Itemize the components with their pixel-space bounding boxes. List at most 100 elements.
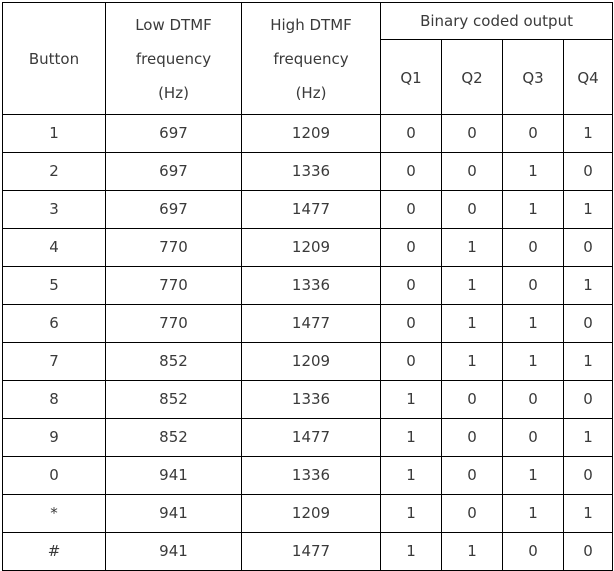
column-header-low-frequency: Low DTMF frequency (Hz) <box>105 2 242 115</box>
column-header-button-label: Button <box>28 49 80 68</box>
cell-q1: 0 <box>380 152 442 191</box>
cell-button: * <box>2 494 106 533</box>
cell-button: 9 <box>2 418 106 457</box>
cell-q4: 1 <box>562 342 614 381</box>
table-row: 0 941 1336 1 0 1 0 <box>2 456 614 495</box>
cell-low-frequency: 852 <box>105 380 242 419</box>
binary-coded-output-label: Binary coded output <box>420 12 573 30</box>
cell-q1: 0 <box>380 304 442 343</box>
table-row: 3 697 1477 0 0 1 1 <box>2 190 614 229</box>
high-frequency-line-3: (Hz) <box>295 83 327 102</box>
cell-q1: 1 <box>380 380 442 419</box>
cell-button: 0 <box>2 456 106 495</box>
cell-q4: 0 <box>562 456 614 495</box>
cell-q2: 0 <box>441 152 503 191</box>
column-header-q3-label: Q3 <box>522 69 544 87</box>
cell-high-frequency: 1477 <box>241 532 381 571</box>
table-row: 1 697 1209 0 0 0 1 <box>2 114 614 153</box>
cell-high-frequency: 1209 <box>241 228 381 267</box>
cell-q1: 1 <box>380 532 442 571</box>
cell-q3: 0 <box>502 532 564 571</box>
column-header-button: Button <box>2 2 106 115</box>
table-row: 6 770 1477 0 1 1 0 <box>2 304 614 343</box>
low-frequency-line-3: (Hz) <box>158 83 189 102</box>
cell-q1: 0 <box>380 228 442 267</box>
header-row-top: Button Low DTMF frequency (Hz) High DTMF… <box>2 2 614 115</box>
cell-high-frequency: 1477 <box>241 190 381 229</box>
cell-high-frequency: 1336 <box>241 266 381 305</box>
cell-q2: 0 <box>441 494 503 533</box>
cell-q2: 1 <box>441 228 503 267</box>
cell-button: 5 <box>2 266 106 305</box>
cell-q3: 0 <box>502 418 564 457</box>
cell-q3: 1 <box>502 342 564 381</box>
cell-q3: 0 <box>502 114 564 153</box>
cell-high-frequency: 1209 <box>241 494 381 533</box>
table-row: 9 852 1477 1 0 0 1 <box>2 418 614 457</box>
cell-button: 4 <box>2 228 106 267</box>
cell-q1: 1 <box>380 456 442 495</box>
cell-q2: 0 <box>441 114 503 153</box>
table-row: * 941 1209 1 0 1 1 <box>2 494 614 533</box>
cell-q3: 1 <box>502 190 564 229</box>
cell-q3: 0 <box>502 228 564 267</box>
table-body: 1 697 1209 0 0 0 1 2 697 1336 0 0 1 0 3 697 1477 0 0 1 1 4 770… <box>2 114 614 571</box>
cell-q4: 1 <box>562 494 614 533</box>
cell-low-frequency: 852 <box>105 342 242 381</box>
cell-button: 7 <box>2 342 106 381</box>
cell-low-frequency: 941 <box>105 456 242 495</box>
cell-q2: 0 <box>441 418 503 457</box>
cell-high-frequency: 1336 <box>241 456 381 495</box>
cell-q2: 1 <box>441 532 503 571</box>
table-row: #941 1477 1 1 0 0 <box>2 532 614 571</box>
dtmf-frequency-table: Button Low DTMF frequency (Hz) High DTMF… <box>2 2 614 571</box>
cell-q3: 0 <box>502 380 564 419</box>
high-frequency-line-2: frequency <box>273 49 349 68</box>
cell-q1: 0 <box>380 342 442 381</box>
cell-q4: 1 <box>562 418 614 457</box>
cell-q4: 1 <box>562 190 614 229</box>
cell-q3: 1 <box>502 304 564 343</box>
column-header-binary-coded-output: Binary coded output <box>379 2 614 40</box>
cell-low-frequency: 770 <box>105 304 242 343</box>
column-header-q4: Q4 <box>562 39 614 115</box>
cell-q1: 0 <box>380 190 442 229</box>
cell-q3: 1 <box>502 494 564 533</box>
column-header-high-frequency: High DTMF frequency (Hz) <box>241 2 381 115</box>
cell-low-frequency: 852 <box>105 418 242 457</box>
cell-q1: 0 <box>380 266 442 305</box>
cell-q4: 0 <box>562 380 614 419</box>
cell-low-frequency: 941 <box>105 494 242 533</box>
cell-q2: 1 <box>441 304 503 343</box>
cell-q4: 0 <box>562 532 614 571</box>
table-row: 4 770 1209 0 1 0 0 <box>2 228 614 267</box>
cell-q3: 1 <box>502 456 564 495</box>
cell-q2: 0 <box>441 456 503 495</box>
cell-button: 2 <box>2 152 106 191</box>
cell-low-frequency: 697 <box>105 114 242 153</box>
cell-q4: 0 <box>562 152 614 191</box>
table-row: 5 770 1336 0 1 0 1 <box>2 266 614 305</box>
column-header-q4-label: Q4 <box>577 69 599 87</box>
cell-q1: 1 <box>380 418 442 457</box>
cell-high-frequency: 1336 <box>241 152 381 191</box>
cell-q1: 0 <box>380 114 442 153</box>
column-header-q2: Q2 <box>441 39 503 115</box>
column-header-q1-label: Q1 <box>400 69 422 87</box>
table-row: 7 852 1209 0 1 1 1 <box>2 342 614 381</box>
cell-q3: 1 <box>502 152 564 191</box>
cell-button: 6 <box>2 304 106 343</box>
cell-high-frequency: 1209 <box>241 342 381 381</box>
table-row: 8 852 1336 1 0 0 0 <box>2 380 614 419</box>
cell-q3: 0 <box>502 266 564 305</box>
dtmf-table-container: Button Low DTMF frequency (Hz) High DTMF… <box>2 2 614 571</box>
table-row: 2 697 1336 0 0 1 0 <box>2 152 614 191</box>
cell-q1: 1 <box>380 494 442 533</box>
cell-button: # <box>2 532 106 571</box>
cell-high-frequency: 1209 <box>241 114 381 153</box>
column-header-q2-label: Q2 <box>461 69 483 87</box>
cell-q2: 1 <box>441 266 503 305</box>
cell-button: 3 <box>2 190 106 229</box>
low-frequency-line-2: frequency <box>135 49 212 68</box>
cell-low-frequency: 941 <box>105 532 242 571</box>
